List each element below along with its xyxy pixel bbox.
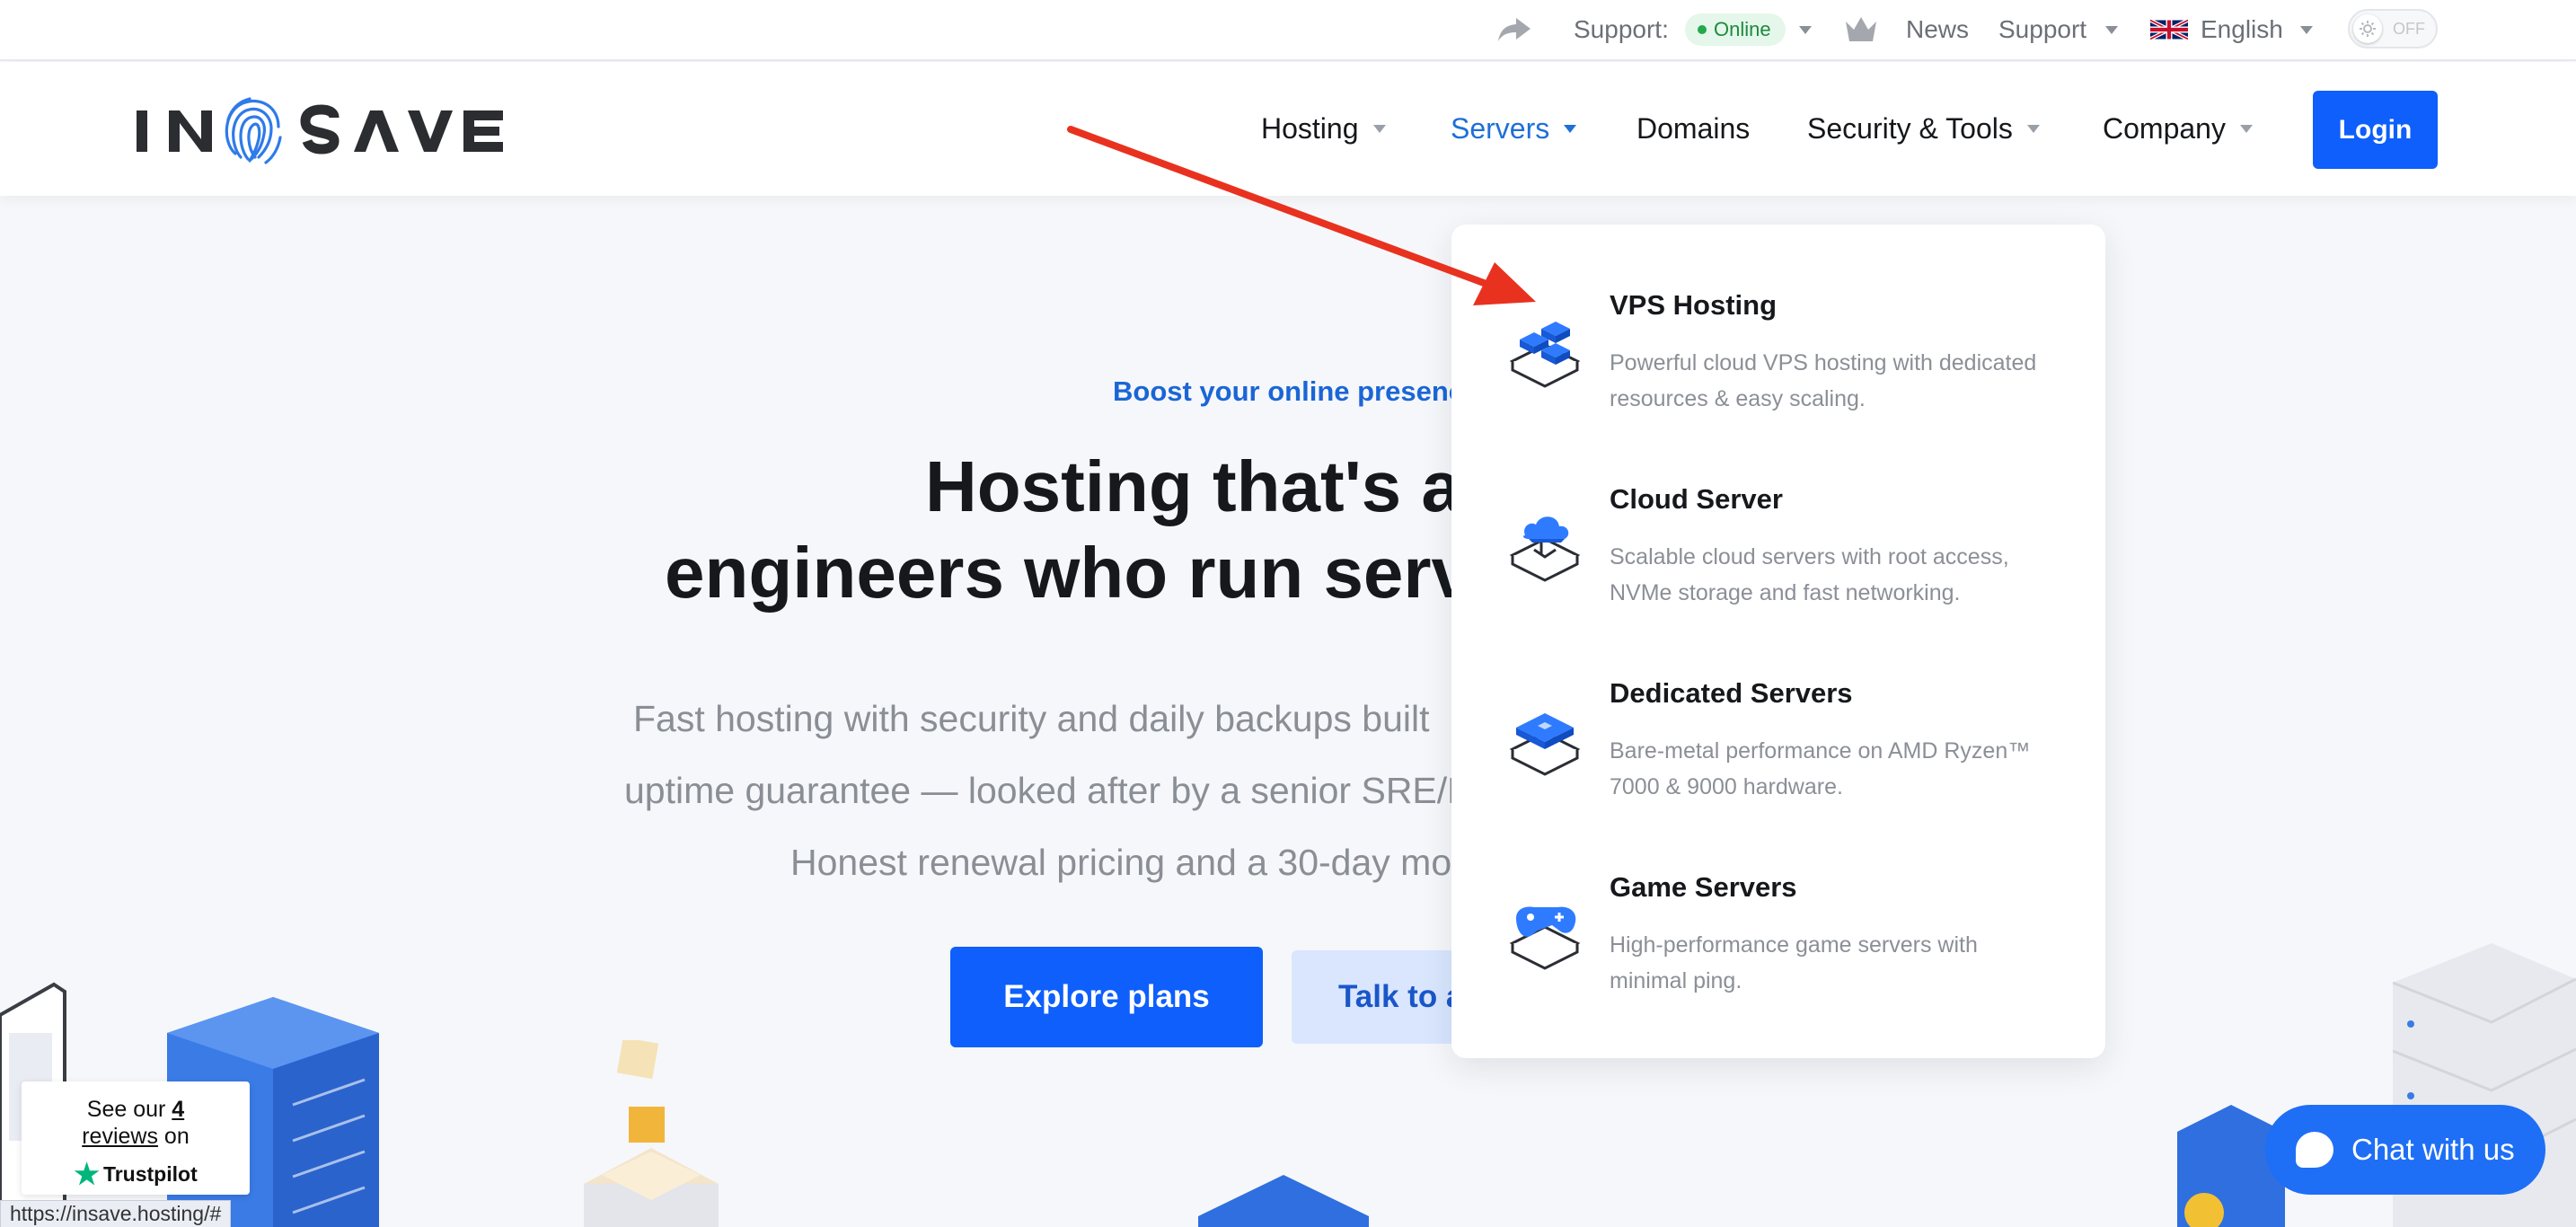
- nav-company[interactable]: Company: [2103, 62, 2253, 196]
- dropdown-item-description: Powerful cloud VPS hosting with dedicate…: [1610, 350, 2037, 411]
- dropdown-item-description: Scalable cloud servers with root access,…: [1610, 544, 2009, 605]
- support-status-text: Online: [1714, 18, 1771, 40]
- nav-company-label: Company: [2103, 112, 2226, 145]
- nav-domains-label: Domains: [1636, 112, 1751, 145]
- share-icon[interactable]: [1496, 0, 1532, 59]
- trustpilot-brand: ★ Trustpilot: [22, 1158, 250, 1190]
- news-link[interactable]: News: [1906, 0, 1969, 59]
- trustpilot-brand-name: Trustpilot: [102, 1162, 198, 1186]
- language-selector[interactable]: English: [2201, 0, 2283, 59]
- chat-bubble-icon: [2296, 1132, 2333, 1168]
- support-menu[interactable]: Support: [1998, 0, 2086, 59]
- nav-security-tools-label: Security & Tools: [1807, 112, 2013, 145]
- link-preview-url: https://insave.hosting/#: [0, 1200, 232, 1227]
- crown-icon[interactable]: [1843, 0, 1879, 59]
- nav-domains[interactable]: Domains: [1636, 62, 1750, 196]
- dropdown-item-description: High-performance game servers with minim…: [1610, 932, 1978, 993]
- brand-logo[interactable]: [135, 89, 512, 170]
- dropdown-item-dedicated-servers[interactable]: Dedicated Servers Bare-metal performance…: [1451, 613, 2105, 807]
- trustpilot-prefix: See our: [86, 1097, 172, 1122]
- login-button[interactable]: Login: [2313, 91, 2438, 169]
- chevron-down-icon: [2105, 25, 2118, 34]
- support-menu-caret[interactable]: [2105, 0, 2118, 59]
- trustpilot-reviews-link[interactable]: reviews: [82, 1124, 158, 1149]
- trustpilot-suffix: on: [157, 1124, 190, 1149]
- cube-illustration: [1198, 1175, 1369, 1227]
- trustpilot-widget[interactable]: See our 4 reviews on ★ Trustpilot: [22, 1081, 250, 1195]
- trustpilot-review-count[interactable]: 4: [172, 1097, 184, 1122]
- nav-hosting[interactable]: Hosting: [1261, 62, 1386, 196]
- support-status-badge: Online: [1685, 13, 1786, 46]
- theme-toggle[interactable]: OFF: [2348, 9, 2438, 49]
- status-dot: [1698, 25, 1707, 34]
- theme-toggle-label: OFF: [2393, 20, 2425, 38]
- hero-eyebrow: Boost your online presence: [1113, 375, 1480, 407]
- dropdown-item-vps-hosting[interactable]: VPS Hosting Powerful cloud VPS hosting w…: [1451, 225, 2105, 419]
- star-icon: ★: [74, 1158, 100, 1190]
- cloud-server-icon: [1507, 507, 1583, 582]
- nav-servers-label: Servers: [1451, 112, 1550, 145]
- language-caret[interactable]: [2300, 0, 2313, 59]
- dedicated-server-icon: [1507, 701, 1583, 776]
- support-status-dropdown[interactable]: [1799, 0, 1812, 59]
- chat-button-label: Chat with us: [2351, 1133, 2515, 1166]
- support-label: Support:: [1574, 15, 1669, 43]
- dropdown-item-title: VPS Hosting: [1610, 289, 1778, 321]
- chevron-down-icon: [2300, 25, 2313, 34]
- main-navbar: Hosting Servers Domains Security & Tools…: [0, 62, 2576, 196]
- sun-icon: [2353, 14, 2382, 43]
- nav-hosting-label: Hosting: [1261, 112, 1359, 145]
- trustpilot-line1: See our 4: [22, 1096, 250, 1123]
- uk-flag-icon[interactable]: [2150, 0, 2188, 59]
- dropdown-item-title: Dedicated Servers: [1610, 677, 1853, 709]
- dropdown-item-description: Bare-metal performance on AMD Ryzen™ 700…: [1610, 738, 2031, 799]
- chevron-down-icon: [2026, 125, 2040, 133]
- servers-dropdown-menu: VPS Hosting Powerful cloud VPS hosting w…: [1451, 225, 2105, 1058]
- dropdown-item-game-servers[interactable]: Game Servers High-performance game serve…: [1451, 807, 2105, 1001]
- dropdown-item-cloud-server[interactable]: Cloud Server Scalable cloud servers with…: [1451, 419, 2105, 613]
- chat-button[interactable]: Chat with us: [2265, 1105, 2545, 1195]
- dropdown-item-title: Cloud Server: [1610, 483, 1783, 515]
- trustpilot-line2: reviews on: [22, 1123, 250, 1150]
- chevron-down-icon: [1372, 125, 1386, 133]
- gamepad-icon: [1507, 895, 1583, 970]
- utility-bar: Support: Online News Support English OFF: [0, 0, 2576, 61]
- nav-servers[interactable]: Servers: [1451, 62, 1577, 196]
- nav-security-tools[interactable]: Security & Tools: [1807, 62, 2040, 196]
- dropdown-item-title: Game Servers: [1610, 871, 1797, 903]
- glowing-box-illustration: [584, 1040, 719, 1227]
- vps-icon: [1507, 313, 1583, 388]
- chevron-down-icon: [1799, 25, 1812, 34]
- chevron-down-icon: [2239, 125, 2253, 133]
- explore-plans-button[interactable]: Explore plans: [950, 947, 1263, 1047]
- chevron-down-icon: [1564, 125, 1577, 133]
